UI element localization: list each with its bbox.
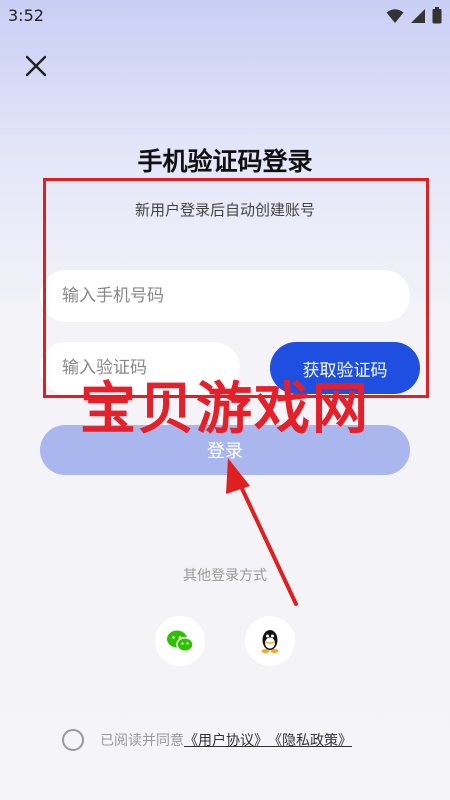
status-time: 3:52 bbox=[8, 6, 44, 25]
phone-input[interactable] bbox=[40, 270, 410, 322]
qq-icon bbox=[261, 630, 279, 653]
wechat-login-button[interactable] bbox=[155, 616, 205, 666]
agreement-prefix: 已阅读并同意 bbox=[100, 733, 184, 749]
login-button[interactable]: 登录 bbox=[40, 425, 410, 475]
get-code-button[interactable]: 获取验证码 bbox=[270, 342, 420, 394]
verification-code-input[interactable] bbox=[40, 342, 240, 394]
user-agreement-link[interactable]: 《用户协议》 bbox=[184, 730, 268, 750]
page-title: 手机验证码登录 bbox=[137, 147, 313, 176]
agree-radio[interactable] bbox=[62, 729, 84, 751]
status-icons bbox=[386, 7, 442, 24]
qq-login-button[interactable] bbox=[245, 616, 295, 666]
close-icon bbox=[25, 55, 47, 77]
close-button[interactable] bbox=[20, 50, 52, 82]
signal-icon bbox=[411, 8, 425, 23]
annotation-arrow bbox=[226, 458, 298, 606]
agreement-row: 已阅读并同意 《用户协议》 《隐私政策》 bbox=[62, 728, 352, 752]
battery-icon bbox=[432, 7, 442, 24]
privacy-policy-link[interactable]: 《隐私政策》 bbox=[268, 730, 352, 750]
other-login-label: 其他登录方式 bbox=[183, 568, 267, 584]
login-subtitle: 新用户登录后自动创建账号 bbox=[134, 201, 315, 219]
status-bar: 3:52 bbox=[0, 0, 450, 32]
wifi-icon bbox=[386, 8, 404, 23]
wechat-icon bbox=[167, 630, 194, 653]
